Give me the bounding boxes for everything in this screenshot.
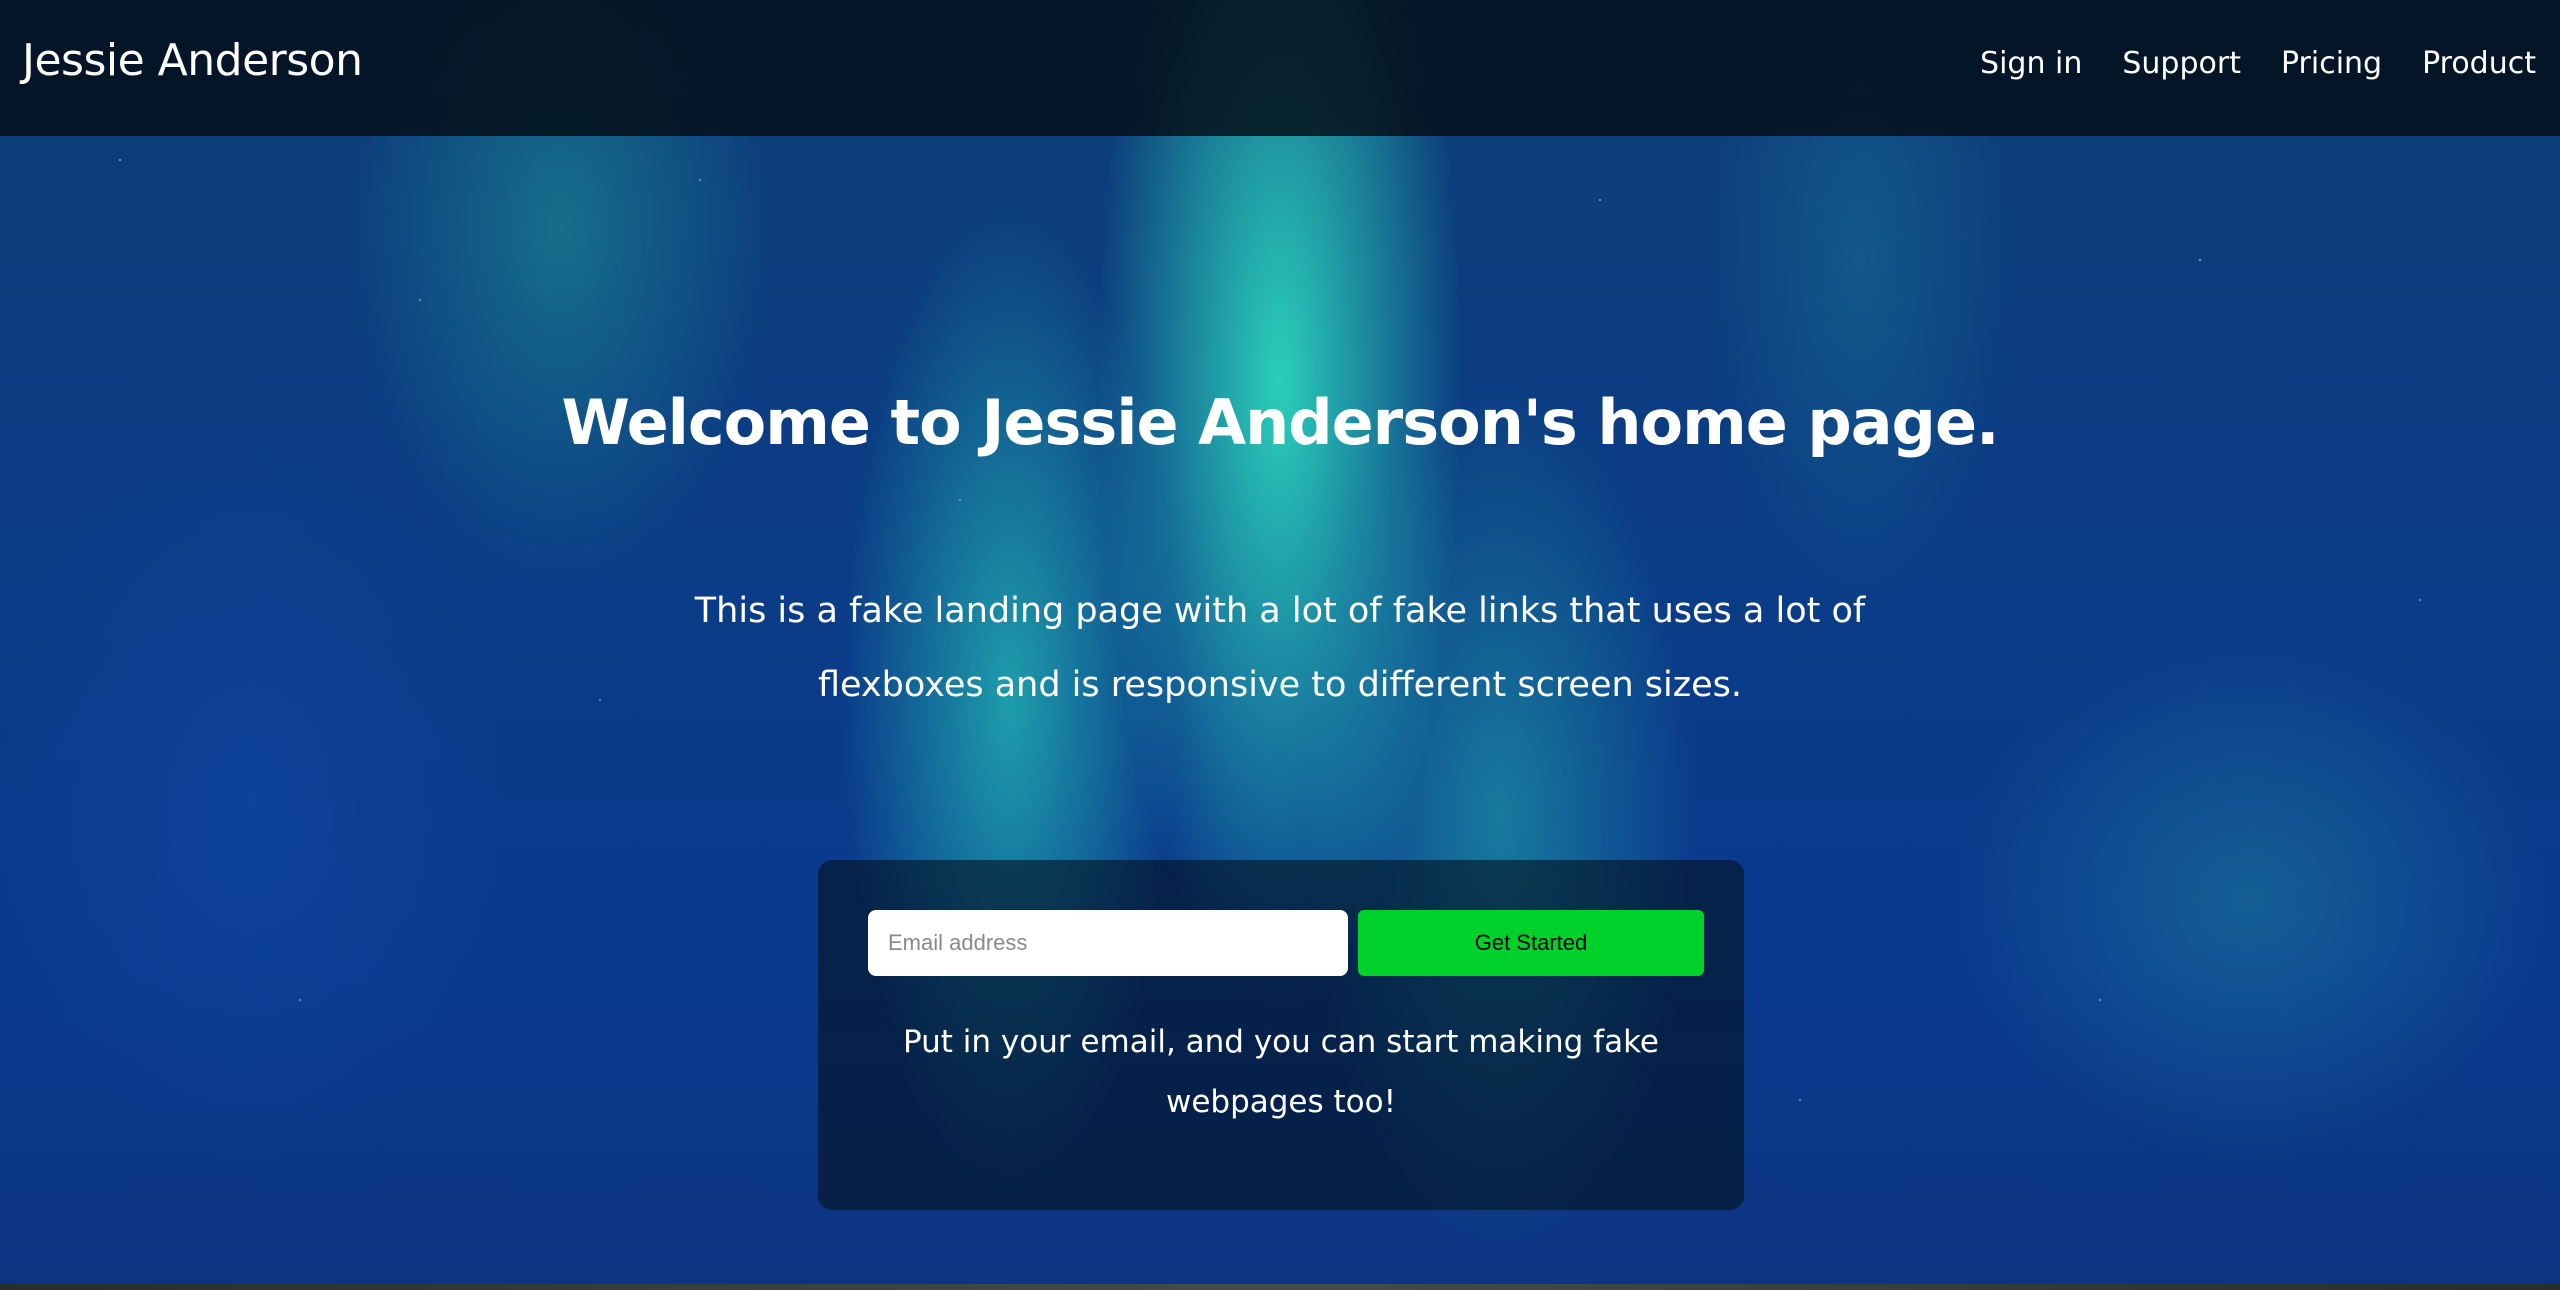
nav-product[interactable]: Product	[2422, 46, 2536, 81]
signup-note: Put in your email, and you can start mak…	[902, 1024, 1660, 1120]
signup-card: Get Started Put in your email, and you c…	[818, 860, 1744, 1210]
hero-section: Welcome to Jessie Anderson's home page. …	[0, 136, 2560, 1290]
main-nav: Sign in Support Pricing Product	[1980, 46, 2536, 81]
page-bottom-edge	[0, 1284, 2560, 1290]
landing-page: Jessie Anderson Sign in Support Pricing …	[0, 0, 2560, 1290]
page-title: Welcome to Jessie Anderson's home page.	[561, 386, 1999, 459]
top-navbar: Jessie Anderson Sign in Support Pricing …	[0, 0, 2560, 136]
get-started-button[interactable]: Get Started	[1358, 910, 1704, 976]
nav-support[interactable]: Support	[2122, 46, 2241, 81]
nav-sign-in[interactable]: Sign in	[1980, 46, 2082, 81]
email-field[interactable]	[868, 910, 1348, 976]
brand-name: Jessie Anderson	[22, 34, 363, 86]
hero-description: This is a fake landing page with a lot o…	[694, 591, 1866, 705]
nav-pricing[interactable]: Pricing	[2281, 46, 2382, 81]
